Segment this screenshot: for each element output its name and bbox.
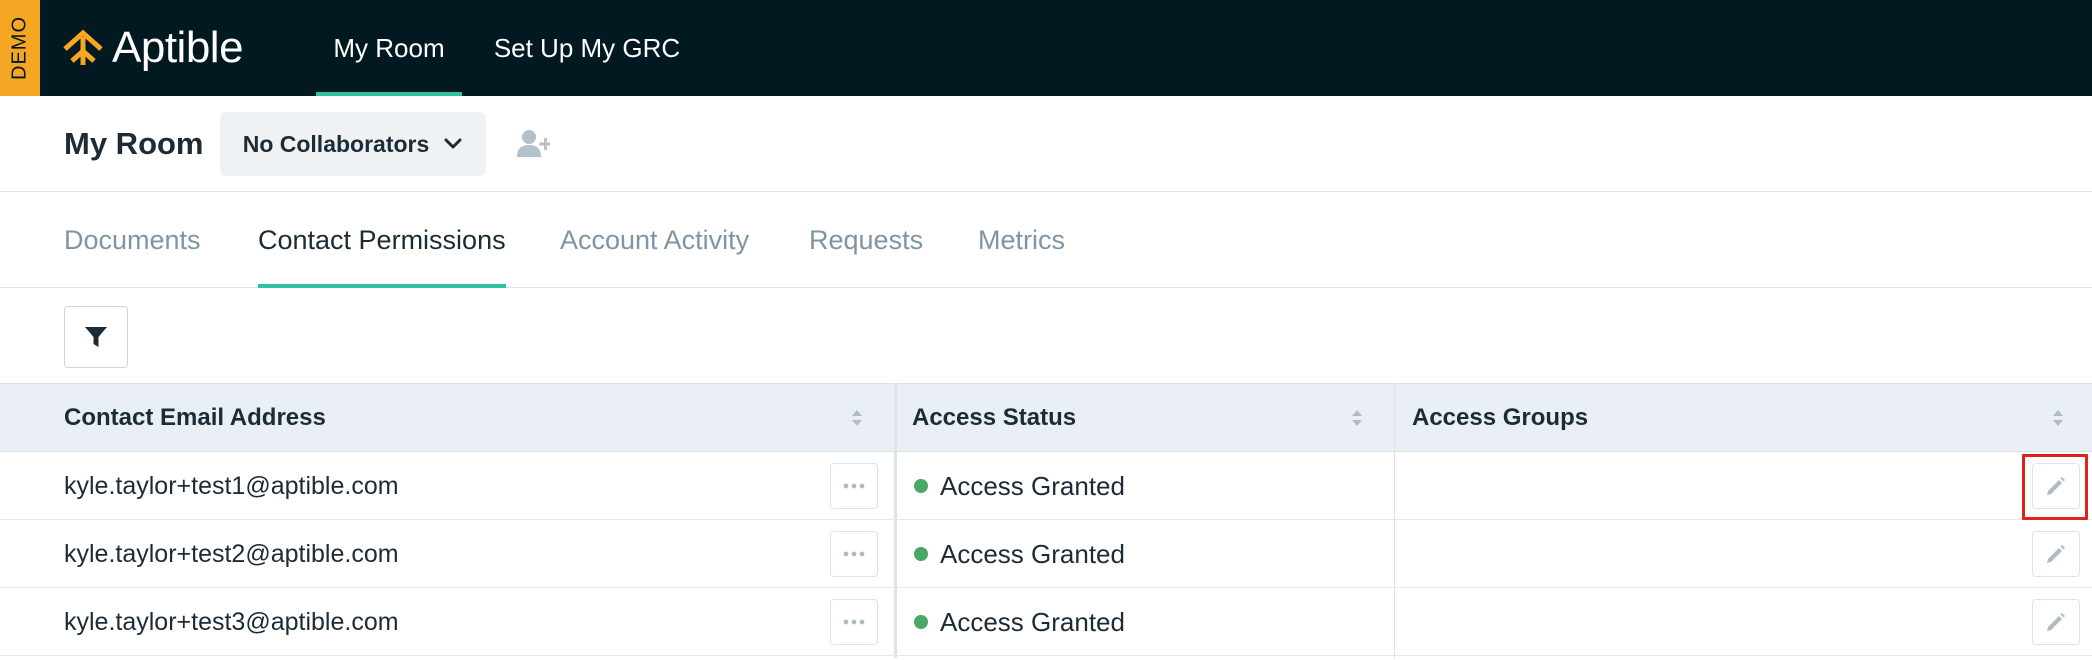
tab-contact-permissions[interactable]: Contact Permissions	[258, 192, 506, 288]
nav-set-up-my-grc[interactable]: Set Up My GRC	[492, 0, 682, 96]
aptible-logo[interactable]: Aptible	[62, 22, 244, 74]
filter-button[interactable]	[64, 306, 128, 368]
collaborators-label: No Collaborators	[242, 130, 430, 157]
column-header-access-groups[interactable]: Access Groups	[1412, 384, 1588, 451]
sort-icon[interactable]	[2052, 409, 2064, 427]
tab-metrics[interactable]: Metrics	[978, 192, 1065, 288]
contact-permissions-table: Contact Email Address Access Status Acce…	[0, 383, 2092, 658]
status-dot-icon	[914, 547, 928, 561]
table-row: kyle.taylor+test1@aptible.com Access Gra…	[0, 452, 2092, 520]
column-header-access-status[interactable]: Access Status	[912, 384, 1076, 451]
contact-email: kyle.taylor+test2@aptible.com	[64, 540, 399, 568]
access-status-label: Access Granted	[940, 606, 1125, 637]
brand-name: Aptible	[112, 23, 244, 72]
room-tabs: Documents Contact Permissions Account Ac…	[0, 192, 2092, 288]
filter-icon	[85, 327, 107, 347]
contact-email: kyle.taylor+test1@aptible.com	[64, 472, 399, 500]
edit-access-groups-button[interactable]	[2032, 531, 2080, 577]
table-row: kyle.taylor+test3@aptible.com Access Gra…	[0, 588, 2092, 656]
tab-requests[interactable]: Requests	[809, 192, 923, 288]
pencil-icon	[2047, 613, 2065, 631]
access-status-label: Access Granted	[940, 470, 1125, 501]
table-row: kyle.taylor+test2@aptible.com Access Gra…	[0, 520, 2092, 588]
tab-account-activity[interactable]: Account Activity	[560, 192, 749, 288]
nav-my-room[interactable]: My Room	[316, 0, 462, 96]
row-actions-button[interactable]	[830, 463, 878, 509]
row-actions-button[interactable]	[830, 531, 878, 577]
more-horizontal-icon	[843, 551, 865, 557]
status-dot-icon	[914, 615, 928, 629]
access-status: Access Granted	[914, 520, 1125, 588]
aptible-logo-icon	[63, 29, 103, 65]
access-status: Access Granted	[914, 588, 1125, 656]
pencil-icon	[2047, 545, 2065, 563]
sort-icon[interactable]	[851, 409, 863, 427]
page-title: My Room	[64, 126, 204, 161]
row-actions-button[interactable]	[830, 599, 878, 645]
access-status-label: Access Granted	[940, 538, 1125, 569]
sort-icon[interactable]	[1351, 409, 1363, 427]
chevron-down-icon	[444, 138, 462, 149]
collaborators-dropdown[interactable]: No Collaborators	[220, 112, 486, 176]
contact-email: kyle.taylor+test3@aptible.com	[64, 608, 399, 636]
top-navigation-bar: DEMO Aptible My Room Set Up My GRC	[0, 0, 2092, 96]
column-header-email[interactable]: Contact Email Address	[64, 384, 326, 451]
demo-badge: DEMO	[0, 0, 40, 96]
edit-access-groups-button[interactable]	[2032, 599, 2080, 645]
table-header: Contact Email Address Access Status Acce…	[0, 383, 2092, 452]
tab-documents[interactable]: Documents	[64, 192, 201, 288]
status-dot-icon	[914, 479, 928, 493]
user-plus-icon[interactable]	[516, 128, 550, 158]
more-horizontal-icon	[843, 483, 865, 489]
more-horizontal-icon	[843, 619, 865, 625]
demo-badge-label: DEMO	[8, 16, 31, 80]
access-status: Access Granted	[914, 452, 1125, 520]
room-header: My Room No Collaborators	[0, 96, 2092, 192]
highlight-box	[2022, 454, 2088, 520]
